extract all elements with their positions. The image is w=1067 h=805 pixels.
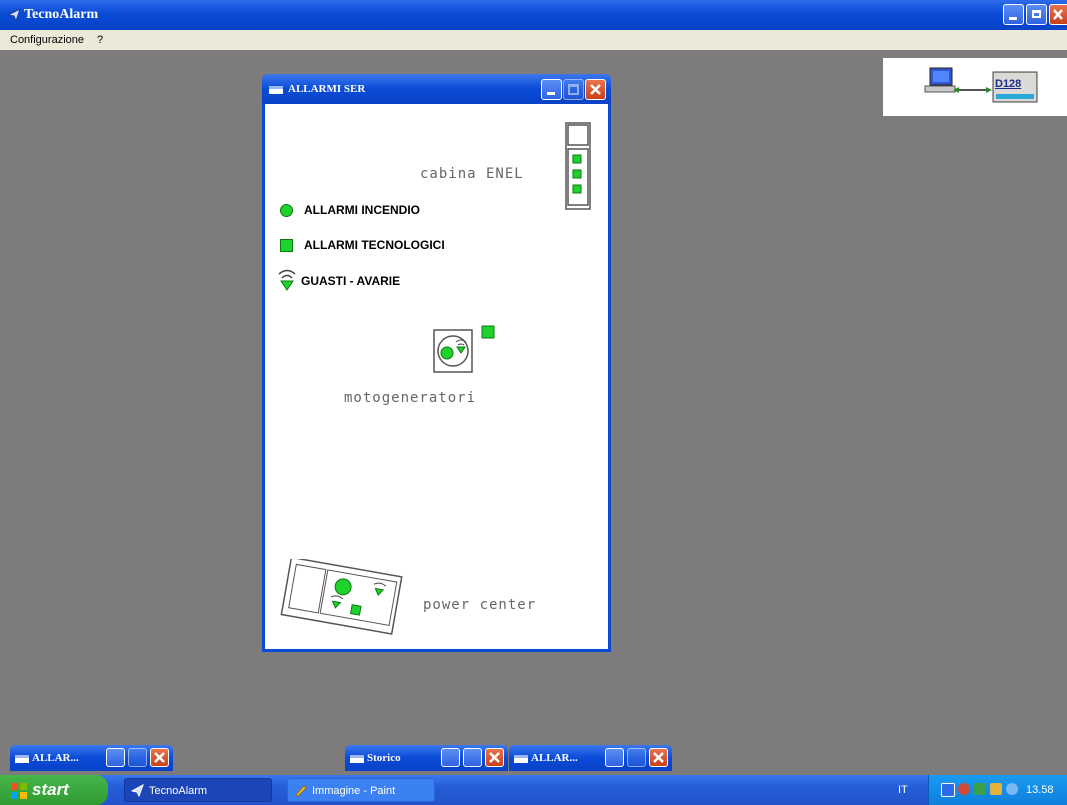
close-icon (653, 752, 664, 763)
tray-info-icon[interactable] (1006, 783, 1018, 795)
maximize-button[interactable] (128, 748, 147, 767)
volume-icon[interactable] (990, 783, 1002, 795)
child-close-button[interactable] (585, 79, 606, 100)
close-icon (154, 752, 165, 763)
minimized-window-allarmi-1[interactable]: ALLAR... (10, 745, 173, 771)
security-icon[interactable] (958, 783, 970, 795)
language-indicator[interactable]: IT (898, 784, 908, 796)
legend-label-guasti: GUASTI - AVARIE (301, 274, 401, 288)
minimize-icon (1009, 17, 1017, 20)
windows-logo-icon (11, 783, 27, 799)
allarmi-ser-content: cabina ENEL ALLARMI INCENDIO ALLARMI TEC… (265, 104, 608, 649)
restore-button[interactable] (1026, 4, 1047, 25)
minimized-window-label: ALLAR... (32, 752, 79, 764)
system-tray: 13.58 (928, 775, 1067, 805)
paint-icon (295, 785, 307, 797)
restore-button[interactable] (106, 748, 125, 767)
window-icon (15, 755, 29, 763)
maximize-icon (568, 84, 579, 95)
app-title: TecnoAlarm (24, 7, 99, 22)
minimized-window-storico[interactable]: Storico (345, 745, 508, 771)
child-minimize-button[interactable] (541, 79, 562, 100)
restore-button[interactable] (605, 748, 624, 767)
child-maximize-button[interactable] (563, 79, 584, 100)
power-center-device[interactable] (279, 559, 407, 639)
close-icon (590, 84, 601, 95)
signal-fault-icon (278, 269, 296, 291)
maximize-button[interactable] (463, 748, 482, 767)
close-button[interactable] (1049, 4, 1067, 25)
close-icon (1053, 9, 1063, 20)
taskbar-item-tecnoalarm[interactable]: TecnoAlarm (124, 778, 272, 802)
menu-help[interactable]: ? (97, 34, 103, 46)
taskbar-item-label: Immagine - Paint (312, 785, 396, 797)
minimized-window-label: Storico (367, 752, 401, 764)
allarmi-ser-window: ALLARMI SER cabina ENEL ALLARMI INCENDIO… (262, 74, 611, 652)
allarmi-ser-title: ALLARMI SER (288, 83, 366, 95)
green-circle-icon (280, 204, 293, 217)
network-icon[interactable] (941, 783, 955, 797)
minimized-window-allarmi-2[interactable]: ALLAR... (509, 745, 672, 771)
minimized-window-label: ALLAR... (531, 752, 578, 764)
motogeneratori-device[interactable] (432, 324, 504, 376)
minimize-button[interactable] (1003, 4, 1024, 25)
pc-connection-icon (924, 67, 1038, 103)
green-square-icon (280, 239, 293, 252)
device-label: D128 (995, 78, 1022, 90)
minimize-icon (547, 92, 555, 95)
close-button[interactable] (150, 748, 169, 767)
legend-label-tecnologici: ALLARMI TECNOLOGICI (304, 238, 445, 252)
legend-label-incendio: ALLARMI INCENDIO (304, 203, 420, 217)
close-button[interactable] (485, 748, 504, 767)
cabina-enel-label: cabina ENEL (420, 166, 524, 182)
allarmi-ser-title-bar[interactable]: ALLARMI SER (262, 74, 611, 104)
tray-app-icon[interactable] (974, 783, 986, 795)
taskbar-item-label: TecnoAlarm (149, 785, 208, 797)
window-icon (269, 86, 283, 94)
app-title-bar: TecnoAlarm (0, 0, 1067, 30)
restore-icon (1032, 10, 1041, 18)
taskbar: start TecnoAlarm Immagine - Paint IT 13.… (0, 775, 1067, 805)
restore-button[interactable] (441, 748, 460, 767)
motogeneratori-label: motogeneratori (344, 390, 477, 406)
close-icon (489, 752, 500, 763)
cabina-enel-cabinet[interactable] (564, 122, 594, 214)
window-icon (350, 755, 364, 763)
start-button[interactable]: start (0, 775, 108, 805)
power-center-label: power center (423, 597, 537, 613)
start-label: start (32, 780, 69, 799)
window-icon (514, 755, 528, 763)
communication-panel: D128 (883, 58, 1067, 116)
maximize-button[interactable] (627, 748, 646, 767)
taskbar-item-paint[interactable]: Immagine - Paint (287, 778, 435, 802)
tecnoalarm-icon (7, 8, 21, 22)
tecnoalarm-icon (131, 784, 144, 797)
clock: 13.58 (1026, 784, 1054, 796)
menu-bar: Configurazione ? (0, 30, 1067, 50)
menu-configurazione[interactable]: Configurazione (10, 34, 84, 46)
close-button[interactable] (649, 748, 668, 767)
